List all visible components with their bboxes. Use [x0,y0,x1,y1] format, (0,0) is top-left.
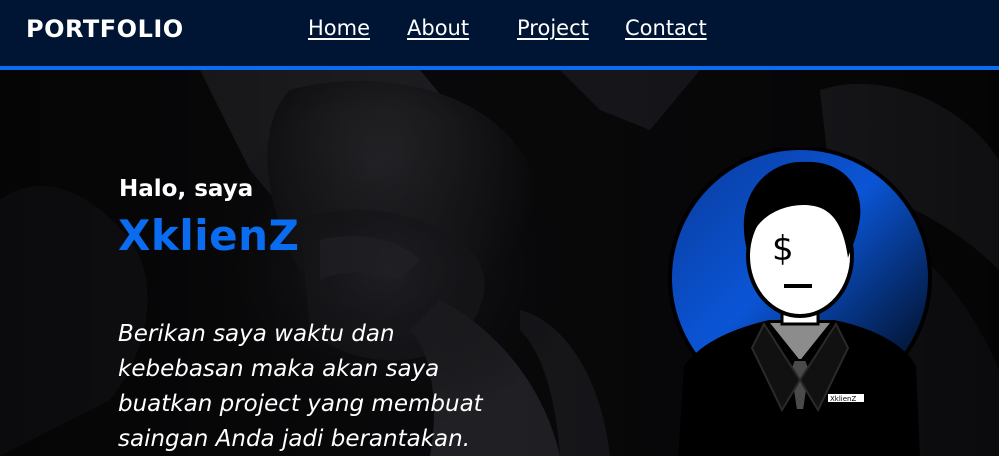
avatar-illustration-icon: $ XklienZ [668,148,932,456]
nav-link-contact[interactable]: Contact [625,16,707,40]
hero-tagline: Berikan saya waktu dan kebebasan maka ak… [118,317,538,456]
navbar: PORTFOLIO Home About Project Contact [0,0,999,70]
tagline-line: buatkan project yang membuat [118,391,483,417]
portfolio-page: PORTFOLIO Home About Project Contact Hal… [0,0,999,456]
nav-link-about[interactable]: About [407,16,469,40]
nav-link-project[interactable]: Project [517,16,589,40]
hero-name: XklienZ [118,211,300,260]
tagline-line: Berikan saya waktu dan [118,321,395,347]
nav-link-home[interactable]: Home [308,16,370,40]
tagline-line: kebebasan maka akan saya [118,356,440,382]
brand-logo[interactable]: PORTFOLIO [26,15,184,43]
avatar-face-symbol: $ [772,229,794,269]
avatar-badge-text: XklienZ [830,395,856,403]
hero-greeting: Halo, saya [119,176,254,202]
tagline-line: saingan Anda jadi berantakan. [118,426,471,452]
